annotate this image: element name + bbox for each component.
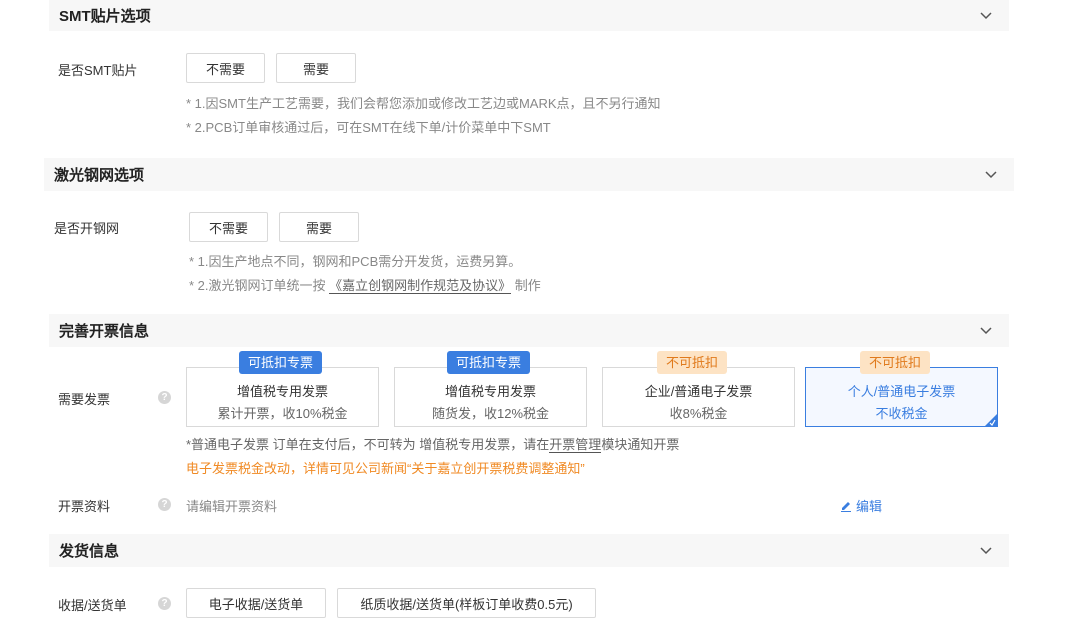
smt-note-2: * 2.PCB订单审核通过后，可在SMT在线下单/计价菜单中下SMT	[186, 120, 551, 135]
check-icon	[989, 419, 996, 426]
stencil-note-2-prefix: * 2.激光钢网订单统一按	[189, 278, 326, 293]
invoice-option-desc: 累计开票，收10%税金	[217, 406, 348, 421]
stencil-no-button[interactable]: 不需要	[189, 212, 268, 242]
invoice-note-suffix: 模块通知开票	[601, 437, 680, 452]
invoice-option-title: 个人/普通电子发票	[847, 384, 956, 399]
invoice-label: 需要发票	[58, 392, 111, 407]
pencil-icon	[841, 501, 851, 512]
stencil-section-title: 激光钢网选项	[54, 167, 145, 184]
stencil-note-2-suffix: 制作	[514, 278, 541, 293]
non-deductible-badge: 不可抵扣	[657, 351, 728, 374]
electronic-receipt-button[interactable]: 电子收据/送货单	[186, 588, 326, 618]
deductible-badge: 可抵扣专票	[447, 351, 531, 374]
edit-label: 编辑	[856, 499, 883, 514]
invoice-option-vat-with-goods[interactable]: 增值税专用发票 随货发，收12%税金	[394, 367, 587, 427]
stencil-label: 是否开钢网	[54, 221, 120, 236]
smt-section-title: SMT贴片选项	[59, 8, 151, 25]
invoice-note-prefix: *普通电子发票 订单在支付后，不可转为 增值税专用发票，请在	[186, 437, 550, 452]
deductible-badge: 可抵扣专票	[239, 351, 323, 374]
invoice-tax-warning[interactable]: 电子发票税金改动，详情可见公司新闻“关于嘉立创开票税费调整通知”	[186, 458, 585, 477]
non-deductible-badge: 不可抵扣	[860, 351, 931, 374]
smt-label: 是否SMT贴片	[58, 63, 138, 78]
stencil-note-1: * 1.因生产地点不同，钢网和PCB需分开发货，运费另算。	[189, 254, 522, 269]
invoice-option-title: 企业/普通电子发票	[644, 384, 753, 399]
invoice-management-link[interactable]: 开票管理	[549, 437, 602, 453]
stencil-agreement-link[interactable]: 《嘉立创钢网制作规范及协议》	[329, 278, 512, 294]
invoice-option-title: 增值税专用发票	[444, 384, 536, 399]
shipping-section-header[interactable]: 发货信息	[49, 534, 1009, 567]
chevron-down-icon[interactable]	[984, 167, 998, 181]
invoice-option-vat-cumulative[interactable]: 增值税专用发票 累计开票，收10%税金	[186, 367, 379, 427]
invoice-option-company-electronic[interactable]: 企业/普通电子发票 收8%税金	[602, 367, 795, 427]
smt-yes-button[interactable]: 需要	[276, 53, 356, 83]
smt-note-1: * 1.因SMT生产工艺需要，我们会帮您添加或修改工艺边或MARK点，且不另行通…	[186, 96, 661, 111]
help-icon[interactable]: ?	[158, 391, 171, 404]
smt-section-header[interactable]: SMT贴片选项	[49, 0, 1009, 31]
invoice-option-title: 增值税专用发票	[236, 384, 328, 399]
chevron-down-icon[interactable]	[979, 543, 993, 557]
invoice-note: *普通电子发票 订单在支付后，不可转为 增值税专用发票，请在开票管理模块通知开票	[186, 434, 679, 453]
invoice-info-label: 开票资料	[58, 499, 111, 514]
smt-no-button[interactable]: 不需要	[186, 53, 265, 83]
invoice-section-header[interactable]: 完善开票信息	[49, 314, 1009, 347]
help-icon[interactable]: ?	[158, 597, 171, 610]
paper-receipt-button[interactable]: 纸质收据/送货单(样板订单收费0.5元)	[337, 588, 596, 618]
help-icon[interactable]: ?	[158, 498, 171, 511]
stencil-yes-button[interactable]: 需要	[279, 212, 359, 242]
stencil-section-header[interactable]: 激光钢网选项	[44, 158, 1014, 191]
invoice-section-title: 完善开票信息	[59, 323, 150, 340]
chevron-down-icon[interactable]	[979, 323, 993, 337]
invoice-option-personal-electronic[interactable]: 个人/普通电子发票 不收税金	[805, 367, 998, 427]
stencil-note-2: * 2.激光钢网订单统一按 《嘉立创钢网制作规范及协议》 制作	[189, 275, 541, 294]
shipping-section-title: 发货信息	[59, 543, 120, 560]
shipping-label: 收据/送货单	[58, 598, 127, 613]
chevron-down-icon[interactable]	[979, 8, 993, 22]
invoice-info-placeholder: 请编辑开票资料	[186, 499, 278, 514]
invoice-option-desc: 不收税金	[875, 406, 928, 421]
invoice-option-desc: 收8%税金	[669, 406, 728, 421]
invoice-option-desc: 随货发，收12%税金	[431, 406, 550, 421]
invoice-edit-button[interactable]: 编辑	[840, 496, 882, 515]
